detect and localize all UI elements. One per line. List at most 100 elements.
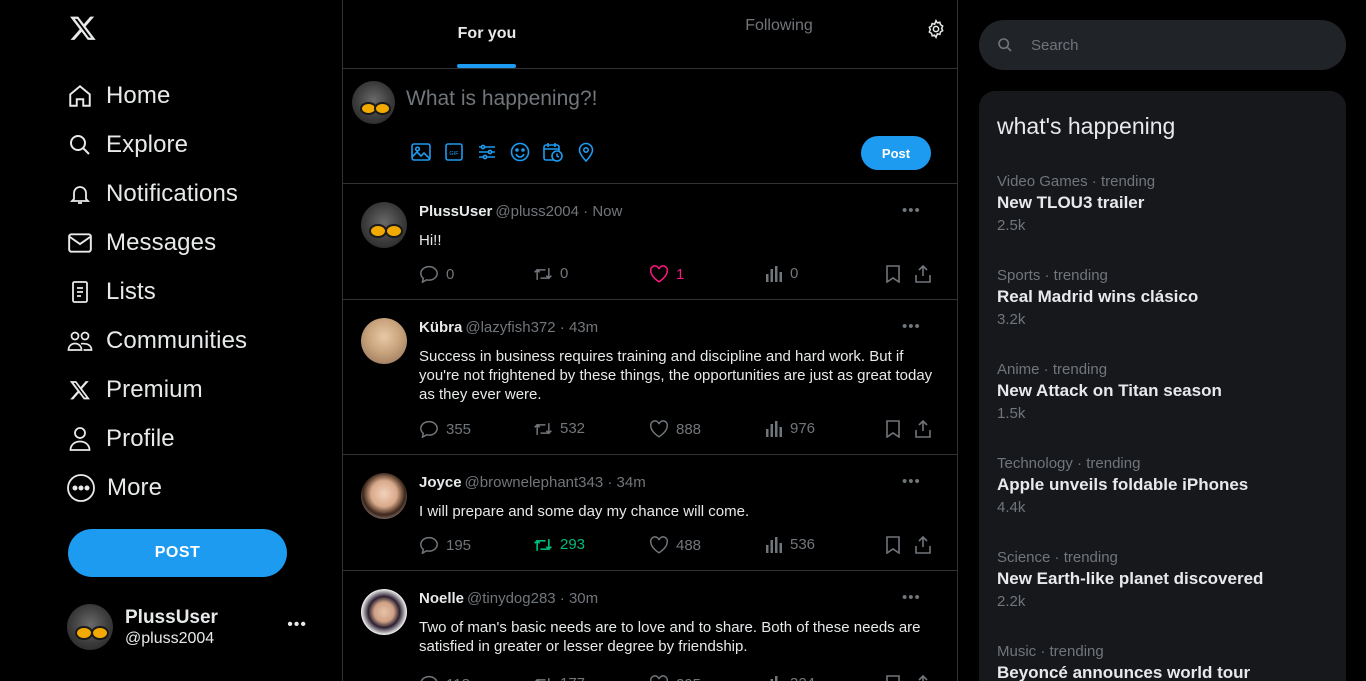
avatar[interactable] (361, 202, 407, 248)
tweet-author[interactable]: PlussUser (419, 203, 492, 220)
retweet-button[interactable]: 293 (533, 536, 585, 553)
search-input[interactable] (1031, 36, 1331, 54)
compose-post-button[interactable]: Post (861, 136, 931, 170)
nav-communities[interactable]: Communities (66, 316, 247, 365)
share-icon[interactable] (915, 536, 938, 554)
views-button[interactable]: 324 (765, 675, 815, 681)
share-icon[interactable] (915, 675, 938, 681)
like-button[interactable]: 295 (649, 675, 701, 681)
reply-button[interactable]: 195 (419, 536, 471, 554)
trend-category: Technology · trending (997, 455, 1141, 472)
bookmark-icon[interactable] (885, 420, 908, 438)
tweet-author[interactable]: Joyce (419, 474, 462, 491)
tweet-header: PlussUser @pluss2004 · Now (419, 203, 622, 220)
nav-explore[interactable]: Explore (66, 120, 247, 169)
heart-icon (650, 675, 668, 681)
nav-premium[interactable]: Premium (66, 365, 247, 414)
x-logo-icon[interactable] (68, 14, 100, 46)
tweet[interactable]: Noelle @tinydog283 · 30m ••• Two of man's… (343, 571, 957, 681)
views-button[interactable]: 976 (765, 420, 815, 437)
reply-count: 355 (446, 420, 472, 438)
trend-item[interactable]: Music · trending Beyoncé announces world… (997, 643, 1337, 681)
poll-icon[interactable] (470, 141, 503, 163)
views-icon (766, 536, 782, 553)
account-menu-icon[interactable]: ••• (287, 616, 307, 634)
trend-item[interactable]: Anime · trending New Attack on Titan sea… (997, 361, 1337, 422)
reply-button[interactable]: 0 (419, 265, 454, 283)
reply-button[interactable]: 118 (419, 675, 470, 681)
tweet[interactable]: PlussUser @pluss2004 · Now ••• Hi!! 0 0 1… (343, 184, 957, 300)
nav-lists[interactable]: Lists (66, 267, 247, 316)
bookmark-icon[interactable] (885, 675, 908, 681)
trend-name: Apple unveils foldable iPhones (997, 475, 1249, 494)
views-count: 536 (790, 536, 816, 553)
image-icon[interactable] (404, 141, 437, 163)
gif-icon[interactable]: GIF (437, 141, 470, 163)
reply-button[interactable]: 355 (419, 420, 471, 438)
retweet-icon (534, 677, 550, 681)
retweet-icon (534, 267, 552, 280)
reply-icon (420, 536, 438, 554)
tweet-menu-icon[interactable]: ••• (902, 589, 921, 606)
nav-profile[interactable]: Profile (66, 414, 247, 463)
trend-name: New Earth-like planet discovered (997, 569, 1264, 588)
tab-following[interactable]: Following (739, 0, 819, 60)
home-icon (66, 82, 94, 110)
trend-item[interactable]: Science · trending New Earth-like planet… (997, 549, 1337, 610)
views-button[interactable]: 0 (765, 265, 798, 282)
search-bar[interactable] (979, 20, 1346, 70)
retweet-count: 177 (560, 675, 585, 681)
trend-name: New TLOU3 trailer (997, 193, 1145, 212)
tweet-author[interactable]: Noelle (419, 590, 464, 607)
trend-item[interactable]: Video Games · trending New TLOU3 trailer… (997, 173, 1337, 234)
trend-item[interactable]: Sports · trending Real Madrid wins clási… (997, 267, 1337, 328)
tweet-author[interactable]: Kübra (419, 319, 462, 336)
emoji-icon[interactable] (503, 141, 536, 163)
tweet-text: Two of man's basic needs are to love and… (419, 619, 921, 655)
location-icon[interactable] (569, 141, 602, 163)
tweet-menu-icon[interactable]: ••• (902, 473, 921, 490)
share-icon[interactable] (915, 420, 938, 438)
like-button[interactable]: 1 (649, 265, 684, 283)
retweet-button[interactable]: 177 (533, 675, 585, 681)
retweet-button[interactable]: 0 (533, 265, 568, 282)
tweet[interactable]: Joyce @brownelephant343 · 34m ••• I will … (343, 455, 957, 571)
account-switcher[interactable]: PlussUser @pluss2004 ••• (67, 604, 317, 650)
like-button[interactable]: 488 (649, 536, 701, 554)
retweet-button[interactable]: 532 (533, 420, 585, 437)
avatar[interactable] (361, 589, 407, 635)
tweet-menu-icon[interactable]: ••• (902, 318, 921, 335)
nav-profile-label: Profile (106, 424, 175, 452)
trend-count: 2.5k (997, 217, 1026, 234)
trend-name: Real Madrid wins clásico (997, 287, 1199, 306)
gear-icon[interactable] (926, 18, 946, 40)
avatar[interactable] (361, 473, 407, 519)
nav-more[interactable]: More (66, 463, 247, 512)
trend-item[interactable]: Technology · trending Apple unveils fold… (997, 455, 1337, 516)
schedule-icon[interactable] (536, 141, 569, 163)
views-button[interactable]: 536 (765, 536, 815, 553)
views-count: 324 (790, 675, 815, 681)
tweet-menu-icon[interactable]: ••• (902, 202, 921, 219)
left-sidebar: Home Explore Notifications Messages List… (0, 0, 342, 681)
like-button[interactable]: 888 (649, 420, 701, 438)
account-names: PlussUser @pluss2004 (125, 607, 218, 648)
tweet[interactable]: Kübra @lazyfish372 · 43m ••• Success in b… (343, 300, 957, 455)
nav-messages[interactable]: Messages (66, 218, 247, 267)
tweet-header: Kübra @lazyfish372 · 43m (419, 319, 598, 336)
trend-category: Science · trending (997, 549, 1118, 566)
tab-for-you[interactable]: For you (457, 0, 517, 68)
right-sidebar: what's happening Video Games · trending … (958, 0, 1366, 681)
post-button[interactable]: POST (68, 529, 287, 577)
nav-notifications[interactable]: Notifications (66, 169, 247, 218)
nav-home[interactable]: Home (66, 71, 247, 120)
share-icon[interactable] (915, 265, 938, 283)
bookmark-icon[interactable] (885, 536, 908, 554)
nav-messages-label: Messages (106, 228, 217, 256)
bookmark-icon[interactable] (885, 265, 908, 283)
avatar[interactable] (361, 318, 407, 364)
avatar (67, 604, 113, 650)
composer-toolbar: GIF (404, 141, 602, 163)
tweet-actions: 0 0 1 0 (419, 265, 939, 285)
compose-input[interactable] (406, 87, 886, 111)
